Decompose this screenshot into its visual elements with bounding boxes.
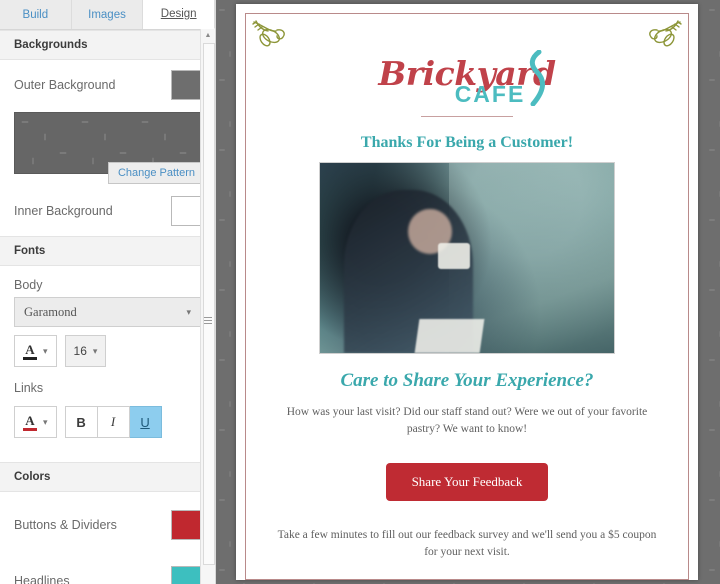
section-header-fonts: Fonts [0,236,215,266]
buttons-dividers-swatch[interactable] [171,510,201,540]
headline-thanks: Thanks For Being a Customer! [360,134,574,151]
footer-phone: (617)555-2368 [427,579,499,580]
email-content: Brickyard CAFE Thanks For Being a Custom… [246,14,688,580]
footer-website-link[interactable]: Website [548,579,588,580]
section-header-colors: Colors [0,462,215,492]
chevron-down-icon: ▾ [43,345,48,356]
footer-contact-line: Brickyard Cafe | (617)555-2368 | E-mail … [246,579,688,580]
hero-photo[interactable] [319,162,615,354]
font-color-icon: A [23,343,37,360]
footer-separator: | [421,579,424,580]
headlines-label: Headlines [14,574,70,584]
panel-tabbar: Build Images Design [0,0,215,30]
email-editor-app: Build Images Design Backgrounds Outer Ba… [0,0,720,584]
body-font-select[interactable]: Garamond ▾ [14,297,201,327]
body-paragraph: How was your last visit? Did our staff s… [286,406,648,436]
ornament-flourish-icon [250,18,296,58]
body-font-label: Body [14,278,43,292]
tab-images[interactable]: Images [71,0,144,29]
chevron-down-icon: ▾ [186,306,191,317]
footer-business-name: Brickyard Cafe [346,579,418,580]
links-controls: A ▾ B I U [0,398,215,438]
row-outer-background: Outer Background [0,60,215,110]
logo-divider [421,116,513,117]
pattern-preview[interactable]: Change Pattern [14,112,205,184]
link-color-button[interactable]: A ▾ [14,406,57,438]
italic-button[interactable]: I [97,406,130,438]
font-color-glyph: A [25,341,35,357]
change-pattern-button[interactable]: Change Pattern [107,162,205,184]
links-label: Links [14,381,44,395]
coffee-steam-icon [519,49,549,111]
email-preview: Brickyard CAFE Thanks For Being a Custom… [236,4,698,580]
body-font-size-select[interactable]: 16 ▾ [64,335,107,367]
scroll-up-icon[interactable]: ▲ [201,29,215,42]
body-font-controls: A ▾ 16 ▾ [0,327,215,367]
tab-design-label: Design [160,8,197,20]
row-headlines: Headlines [0,550,215,584]
footer-paragraph: Take a few minutes to fill out our feedb… [277,528,657,558]
row-buttons-dividers: Buttons & Dividers [0,492,215,550]
inner-background-label: Inner Background [14,204,113,218]
footer-separator: | [543,579,546,580]
brand-logo: Brickyard CAFE [246,49,688,120]
chevron-down-icon: ▾ [92,345,98,356]
link-color-glyph: A [25,412,35,428]
tab-build[interactable]: Build [0,0,72,29]
bold-button[interactable]: B [64,406,98,438]
inner-background-swatch[interactable] [171,196,201,226]
share-feedback-button[interactable]: Share Your Feedback [385,462,549,501]
row-inner-background: Inner Background [0,186,215,236]
tab-design[interactable]: Design [143,0,215,29]
body-font-value: Garamond [24,304,77,319]
cta-container: Share Your Feedback [246,462,688,501]
outer-background-label: Outer Background [14,78,116,92]
footer-separator: | [502,579,505,580]
scrollbar-thumb[interactable] [203,43,215,565]
outer-background-swatch[interactable] [171,70,201,100]
design-panel: Build Images Design Backgrounds Outer Ba… [0,0,216,584]
photo-book [414,318,485,353]
body-font-color-button[interactable]: A ▾ [14,335,57,367]
logo-brand-sub: CAFE [454,81,526,107]
section-header-backgrounds: Backgrounds [0,30,215,60]
link-color-icon: A [23,414,37,431]
link-color-bar [23,427,37,431]
tab-images-label: Images [88,8,126,21]
chevron-down-icon: ▾ [43,416,48,427]
body-font-size-value: 16 [73,344,87,358]
buttons-dividers-label: Buttons & Dividers [14,518,117,532]
tab-build-label: Build [22,8,49,21]
panel-scrollbar[interactable]: ▲ [200,29,215,584]
underline-button[interactable]: U [129,406,162,438]
scrollbar-grip-icon [204,317,212,325]
ornament-flourish-icon [638,18,684,58]
headline-share-experience: Care to Share Your Experience? [340,370,594,391]
font-color-bar [23,356,37,360]
footer-email-link[interactable]: E-mail [508,579,539,580]
headlines-swatch[interactable] [171,566,201,584]
photo-coffee-cup [437,242,470,270]
